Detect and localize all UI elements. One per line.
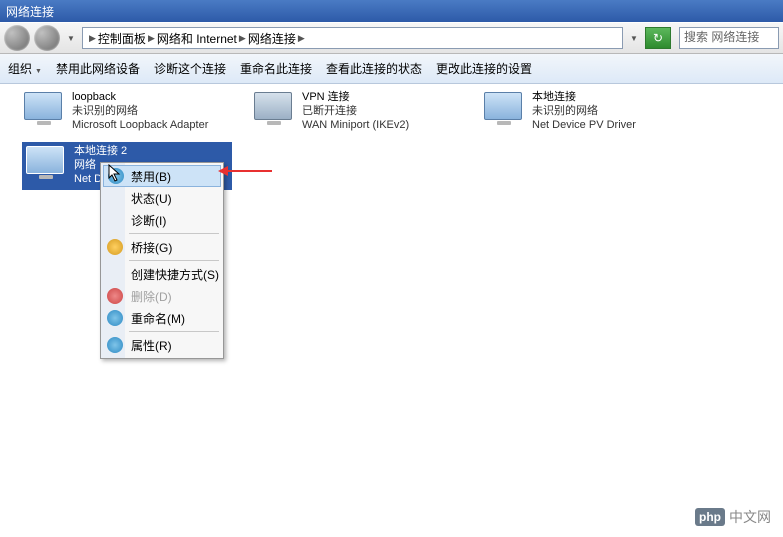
connection-status: 未识别的网络 — [72, 104, 242, 118]
network-adapter-icon — [24, 144, 68, 188]
shield-icon — [107, 337, 123, 353]
connection-name: loopback — [72, 90, 242, 104]
network-adapter-icon — [482, 90, 526, 134]
connection-device: Microsoft Loopback Adapter — [72, 118, 242, 132]
connection-name: VPN 连接 — [302, 90, 472, 104]
forward-button[interactable] — [34, 25, 60, 51]
menu-separator — [129, 233, 219, 234]
network-adapter-icon — [22, 90, 66, 134]
menu-status[interactable]: 状态(U) — [103, 187, 221, 209]
menu-separator — [129, 260, 219, 261]
bridge-icon — [107, 239, 123, 255]
address-dropdown[interactable]: ▼ — [627, 34, 641, 43]
chevron-right-icon: ▶ — [89, 33, 96, 44]
history-dropdown[interactable]: ▼ — [64, 34, 78, 43]
connection-name: 本地连接 2 — [74, 144, 230, 158]
toolbar-viewstatus[interactable]: 查看此连接的状态 — [326, 60, 422, 77]
chevron-right-icon: ▶ — [239, 33, 246, 44]
menu-diagnose[interactable]: 诊断(I) — [103, 209, 221, 231]
menu-separator — [129, 331, 219, 332]
toolbar: 组织 禁用此网络设备 诊断这个连接 重命名此连接 查看此连接的状态 更改此连接的… — [0, 54, 783, 84]
php-text: 中文网 — [729, 507, 771, 527]
menu-shortcut[interactable]: 创建快捷方式(S) — [103, 263, 221, 285]
connection-loopback[interactable]: loopback 未识别的网络 Microsoft Loopback Adapt… — [22, 90, 242, 134]
breadcrumb-item[interactable]: 网络连接 — [248, 30, 296, 47]
refresh-button[interactable]: ↻ — [645, 27, 671, 49]
network-adapter-icon — [252, 90, 296, 134]
menu-bridge[interactable]: 桥接(G) — [103, 236, 221, 258]
back-button[interactable] — [4, 25, 30, 51]
connection-local[interactable]: 本地连接 未识别的网络 Net Device PV Driver — [482, 90, 702, 134]
address-breadcrumb[interactable]: ▶ 控制面板 ▶ 网络和 Internet ▶ 网络连接 ▶ — [82, 27, 623, 49]
menu-disable[interactable]: 禁用(B) — [103, 165, 221, 187]
menu-properties[interactable]: 属性(R) — [103, 334, 221, 356]
shield-icon — [107, 310, 123, 326]
menu-delete: 删除(D) — [103, 285, 221, 307]
delete-icon — [107, 288, 123, 304]
connection-device: WAN Miniport (IKEv2) — [302, 118, 472, 132]
annotation-arrow — [226, 170, 272, 172]
connection-name: 本地连接 — [532, 90, 702, 104]
shield-icon — [108, 168, 124, 184]
toolbar-change[interactable]: 更改此连接的设置 — [436, 60, 532, 77]
connection-vpn[interactable]: VPN 连接 已断开连接 WAN Miniport (IKEv2) — [252, 90, 472, 134]
menu-rename[interactable]: 重命名(M) — [103, 307, 221, 329]
nav-bar: ▼ ▶ 控制面板 ▶ 网络和 Internet ▶ 网络连接 ▶ ▼ ↻ 搜索 … — [0, 22, 783, 54]
search-input[interactable]: 搜索 网络连接 — [679, 27, 779, 49]
connection-device: Net Device PV Driver — [532, 118, 702, 132]
toolbar-diagnose[interactable]: 诊断这个连接 — [154, 60, 226, 77]
php-badge: php — [695, 508, 725, 526]
breadcrumb-item[interactable]: 网络和 Internet — [157, 30, 237, 47]
connection-status: 已断开连接 — [302, 104, 472, 118]
chevron-right-icon: ▶ — [298, 33, 305, 44]
watermark-php: php 中文网 — [695, 507, 771, 527]
connection-status: 未识别的网络 — [532, 104, 702, 118]
toolbar-rename[interactable]: 重命名此连接 — [240, 60, 312, 77]
chevron-right-icon: ▶ — [148, 33, 155, 44]
window-title: 网络连接 — [6, 3, 54, 20]
organize-menu[interactable]: 组织 — [8, 60, 42, 77]
toolbar-disable[interactable]: 禁用此网络设备 — [56, 60, 140, 77]
context-menu: 禁用(B) 状态(U) 诊断(I) 桥接(G) 创建快捷方式(S) 删除(D) … — [100, 162, 224, 359]
breadcrumb-item[interactable]: 控制面板 — [98, 30, 146, 47]
window-titlebar: 网络连接 — [0, 0, 783, 22]
